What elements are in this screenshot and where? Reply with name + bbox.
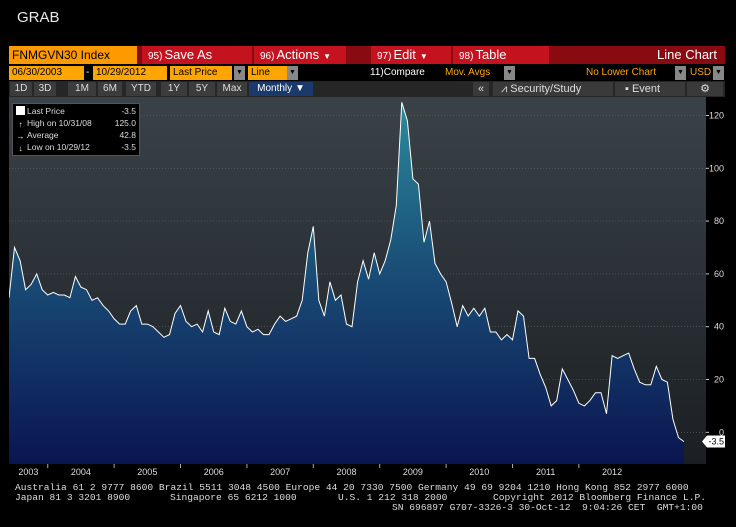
chevron-down-icon: ▼	[323, 52, 332, 61]
start-date-field[interactable]: 06/30/2003	[9, 66, 84, 80]
y-tick-label: 60	[714, 269, 724, 279]
tab-1d[interactable]: 1D	[10, 82, 32, 96]
x-tick-label: 2011	[536, 467, 555, 477]
mov-avgs-button[interactable]: Mov. Avgs	[445, 66, 490, 80]
x-tick-label: 2003	[18, 467, 38, 477]
ticker-field[interactable]: FNMGVN30 Index	[9, 46, 137, 64]
tab-1y[interactable]: 1Y	[161, 82, 187, 96]
field-select[interactable]: Last Price	[170, 66, 232, 80]
legend-last-price-label: Last Price	[27, 106, 65, 116]
compare-label: Compare	[383, 67, 425, 78]
chevron-down-icon[interactable]: ▼	[713, 66, 724, 80]
tab-ytd[interactable]: YTD	[126, 82, 156, 96]
legend-low: ↓ Low on 10/29/12 -3.5	[16, 142, 137, 153]
x-tick-label: 2012	[602, 467, 622, 477]
y-tick-label: 100	[709, 163, 724, 173]
currency-select[interactable]: USD	[690, 66, 711, 80]
y-tick-label: 80	[714, 216, 724, 226]
end-date-field[interactable]: 10/29/2012	[93, 66, 167, 80]
x-axis: 2003 2004 2005 2006 2007 2008 2009 2010 2011 2012	[9, 464, 725, 478]
event-icon: ▪	[625, 83, 629, 95]
legend-last-price: Last Price -3.5	[16, 106, 136, 117]
last-value-text: -3.5	[708, 437, 724, 447]
compare-button[interactable]: 11)Compare	[370, 66, 425, 80]
table-label: Table	[475, 47, 507, 62]
save-as-label: Save As	[164, 47, 213, 62]
x-tick-label: 2004	[71, 467, 91, 477]
table-num: 98)	[459, 51, 474, 62]
legend-low-value: -3.5	[121, 142, 136, 152]
date-separator: -	[86, 67, 90, 78]
legend-last-price-value: -3.5	[121, 106, 136, 116]
x-tick-label: 2008	[336, 467, 356, 477]
frequency-select[interactable]: Monthly ▼	[249, 82, 313, 96]
tab-6m[interactable]: 6M	[98, 82, 122, 96]
arrow-up-icon: ↑	[18, 120, 23, 129]
x-tick-label: 2009	[403, 467, 423, 477]
chevron-down-icon[interactable]: ▼	[675, 66, 686, 80]
event-button[interactable]: ▪ Event	[615, 82, 685, 96]
chevron-down-icon[interactable]: ▼	[504, 66, 515, 80]
axis-background	[706, 97, 725, 464]
save-as-button[interactable]: 95) Save As	[142, 46, 252, 64]
actions-button[interactable]: 96) Actions ▼	[254, 46, 346, 64]
y-tick-label: 20	[714, 375, 724, 385]
x-tick-label: 2006	[204, 467, 224, 477]
tab-3d[interactable]: 3D	[34, 82, 56, 96]
period-tab-bar: 1D 3D 1M 6M YTD 1Y 5Y Max Monthly ▼ « ⩘ …	[9, 81, 725, 97]
table-button[interactable]: 98) Table	[453, 46, 549, 64]
frequency-label: Monthly	[257, 83, 293, 94]
tab-5y[interactable]: 5Y	[189, 82, 215, 96]
chart-study-icon: ⩘	[501, 83, 508, 95]
chevron-down-icon[interactable]: ▼	[234, 66, 245, 80]
parameter-bar: 06/30/2003 - 10/29/2012 Last Price ▼ Lin…	[9, 65, 725, 80]
gear-icon: ⚙	[700, 83, 710, 95]
edit-label: Edit	[393, 47, 416, 62]
legend-average-value: 42.8	[119, 130, 136, 140]
y-tick-label: 40	[714, 322, 724, 332]
event-label: Event	[631, 83, 661, 95]
x-tick-label: 2010	[469, 467, 489, 477]
tab-max[interactable]: Max	[217, 82, 247, 96]
chevron-down-icon: ▼	[419, 52, 428, 61]
legend-average-label: Average	[27, 130, 59, 140]
legend-average: → Average 42.8	[16, 130, 137, 141]
save-as-num: 95)	[148, 51, 163, 62]
window-titlebar: GRAB	[0, 0, 736, 40]
command-bar: FNMGVN30 Index 95) Save As 96) Actions ▼ 97…	[9, 46, 725, 64]
footer-singapore: Singapore 65 6212 1000	[170, 492, 297, 503]
collapse-button[interactable]: «	[473, 82, 489, 96]
actions-label: Actions	[276, 47, 320, 62]
security-study-label: Security/Study	[510, 83, 582, 95]
actions-num: 96)	[260, 51, 275, 62]
footer-japan: Japan 81 3 3201 8900	[15, 492, 131, 503]
compare-num: 11)	[370, 67, 384, 78]
arrow-down-icon: ↓	[18, 144, 23, 153]
y-tick-label: 120	[709, 110, 724, 120]
legend-high-label: High on 10/31/08	[27, 118, 92, 128]
x-tick-label: 2007	[270, 467, 290, 477]
lower-chart-select[interactable]: No Lower Chart	[586, 66, 656, 80]
x-tick-label: 2005	[137, 467, 157, 477]
footer: Australia 61 2 9777 8600 Brazil 5511 304…	[0, 478, 736, 527]
legend-high-value: 125.0	[114, 118, 136, 128]
chevron-down-icon: ▼	[294, 83, 305, 94]
view-title: Line Chart	[657, 47, 717, 62]
legend-high: ↑ High on 10/31/08 125.0	[16, 118, 137, 129]
legend-low-label: Low on 10/29/12	[27, 142, 90, 152]
edit-num: 97)	[377, 51, 392, 62]
chart-legend: Last Price -3.5 ↑ High on 10/31/08 125.0 …	[12, 103, 140, 156]
white-swatch-icon	[16, 106, 25, 115]
settings-button[interactable]: ⚙	[687, 82, 723, 96]
edit-button[interactable]: 97) Edit ▼	[371, 46, 451, 64]
chevron-down-icon[interactable]: ▼	[287, 66, 298, 80]
window-title: GRAB	[17, 9, 60, 26]
tab-1m[interactable]: 1M	[68, 82, 96, 96]
security-study-button[interactable]: ⩘ Security/Study	[493, 82, 613, 96]
average-icon: →	[16, 132, 25, 141]
footer-line-3: SN 696897 G707-3326-3 30-Oct-12 9:04:26 …	[392, 502, 703, 513]
